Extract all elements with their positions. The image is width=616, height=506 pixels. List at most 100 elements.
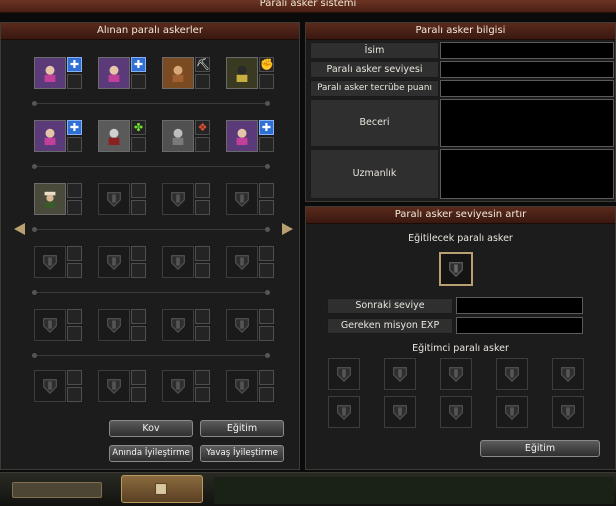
- empty-mercenary-slot[interactable]: [98, 183, 130, 215]
- helmet-placeholder-icon: [393, 405, 407, 420]
- skill-slot[interactable]: [67, 246, 82, 261]
- helmet-placeholder-icon: [107, 192, 121, 207]
- mercenary-slot[interactable]: [34, 120, 66, 152]
- skill-slot[interactable]: [131, 137, 146, 152]
- skill-slot[interactable]: [67, 370, 82, 385]
- helmet-placeholder-icon: [235, 379, 249, 394]
- trainer-slot[interactable]: [328, 396, 360, 428]
- mercenary-slot[interactable]: [34, 57, 66, 89]
- skill-slot[interactable]: [259, 137, 274, 152]
- empty-mercenary-slot[interactable]: [226, 370, 258, 402]
- skill-slot[interactable]: [195, 200, 210, 215]
- helmet-placeholder-icon: [505, 367, 519, 382]
- empty-mercenary-slot[interactable]: [98, 370, 130, 402]
- mercenary-slot[interactable]: [34, 183, 66, 215]
- skill-slot[interactable]: [195, 74, 210, 89]
- skill-slot[interactable]: [131, 200, 146, 215]
- trainer-slot[interactable]: [440, 358, 472, 390]
- empty-mercenary-slot[interactable]: [34, 309, 66, 341]
- dismiss-button[interactable]: Kov: [109, 420, 193, 437]
- skill-slot[interactable]: [195, 183, 210, 198]
- empty-mercenary-slot[interactable]: [162, 309, 194, 341]
- mercenary-slot[interactable]: [98, 57, 130, 89]
- skill-slot[interactable]: [195, 263, 210, 278]
- skill-slot[interactable]: [67, 309, 82, 324]
- skill-slot[interactable]: [131, 370, 146, 385]
- class-badge-icon: ✚: [67, 57, 82, 72]
- skill-slot[interactable]: [259, 246, 274, 261]
- level-up-header: Paralı asker seviyesin artır: [306, 207, 615, 224]
- skill-slot[interactable]: [195, 137, 210, 152]
- skill-slot[interactable]: [259, 183, 274, 198]
- skill-slot[interactable]: [67, 387, 82, 402]
- skill-slot[interactable]: [67, 137, 82, 152]
- skill-slot[interactable]: [195, 326, 210, 341]
- skill-slot[interactable]: [259, 309, 274, 324]
- empty-mercenary-slot[interactable]: [34, 246, 66, 278]
- prev-page-arrow-icon[interactable]: [14, 223, 25, 235]
- skill-slot[interactable]: [259, 326, 274, 341]
- next-page-arrow-icon[interactable]: [282, 223, 293, 235]
- helmet-placeholder-icon: [171, 255, 185, 270]
- trainer-slot[interactable]: [496, 396, 528, 428]
- trainer-slot[interactable]: [496, 358, 528, 390]
- mercenary-portrait-icon: [108, 128, 120, 145]
- menu-shortcut-button[interactable]: [12, 482, 102, 498]
- train-button[interactable]: Eğitim: [200, 420, 284, 437]
- helmet-placeholder-icon: [43, 318, 57, 333]
- helmet-placeholder-icon: [43, 255, 57, 270]
- instant-heal-button[interactable]: Anında İyileştirme: [109, 445, 193, 462]
- skill-slot[interactable]: [259, 387, 274, 402]
- empty-mercenary-slot[interactable]: [98, 246, 130, 278]
- skill-slot[interactable]: [131, 74, 146, 89]
- skill-slot[interactable]: [131, 246, 146, 261]
- skill-slot[interactable]: [195, 370, 210, 385]
- empty-mercenary-slot[interactable]: [226, 246, 258, 278]
- skill-slot[interactable]: [131, 309, 146, 324]
- row-divider: [32, 353, 270, 358]
- empty-mercenary-slot[interactable]: [162, 183, 194, 215]
- trainee-slot[interactable]: [439, 252, 473, 286]
- skill-slot[interactable]: [131, 326, 146, 341]
- helmet-placeholder-icon: [561, 405, 575, 420]
- skill-slot[interactable]: [131, 263, 146, 278]
- skill-slot[interactable]: [259, 263, 274, 278]
- empty-mercenary-slot[interactable]: [226, 183, 258, 215]
- trainer-slot[interactable]: [384, 396, 416, 428]
- trainer-slot[interactable]: [552, 396, 584, 428]
- skill-slot[interactable]: [259, 200, 274, 215]
- skill-slot[interactable]: [259, 370, 274, 385]
- skill-slot[interactable]: [195, 246, 210, 261]
- skill-slot[interactable]: [195, 387, 210, 402]
- skill-slot[interactable]: [131, 183, 146, 198]
- slow-heal-button[interactable]: Yavaş İyileştirme: [200, 445, 284, 462]
- mercenary-slot[interactable]: [98, 120, 130, 152]
- trainer-slot[interactable]: [384, 358, 416, 390]
- skill-slot[interactable]: [195, 309, 210, 324]
- skill-slot[interactable]: [67, 326, 82, 341]
- skill-slot[interactable]: [67, 200, 82, 215]
- mercenary-slot[interactable]: [162, 57, 194, 89]
- bottom-bar: [0, 472, 616, 506]
- skill-slot[interactable]: [67, 263, 82, 278]
- helmet-placeholder-icon: [505, 405, 519, 420]
- empty-mercenary-slot[interactable]: [98, 309, 130, 341]
- empty-mercenary-slot[interactable]: [226, 309, 258, 341]
- level-up-train-button[interactable]: Eğitim: [480, 440, 600, 457]
- trainer-slot[interactable]: [440, 396, 472, 428]
- helmet-placeholder-icon: [235, 255, 249, 270]
- empty-mercenary-slot[interactable]: [34, 370, 66, 402]
- skill-slot[interactable]: [131, 387, 146, 402]
- mercenary-slot[interactable]: [162, 120, 194, 152]
- mercenary-slot[interactable]: [226, 120, 258, 152]
- mercenary-slot[interactable]: [226, 57, 258, 89]
- empty-mercenary-slot[interactable]: [162, 370, 194, 402]
- trainer-slot[interactable]: [552, 358, 584, 390]
- mercenary-portrait-icon: [44, 65, 56, 82]
- skill-slot[interactable]: [259, 74, 274, 89]
- trainee-label: Eğitilecek paralı asker: [408, 233, 513, 244]
- empty-mercenary-slot[interactable]: [162, 246, 194, 278]
- skill-slot[interactable]: [67, 183, 82, 198]
- trainer-slot[interactable]: [328, 358, 360, 390]
- skill-slot[interactable]: [67, 74, 82, 89]
